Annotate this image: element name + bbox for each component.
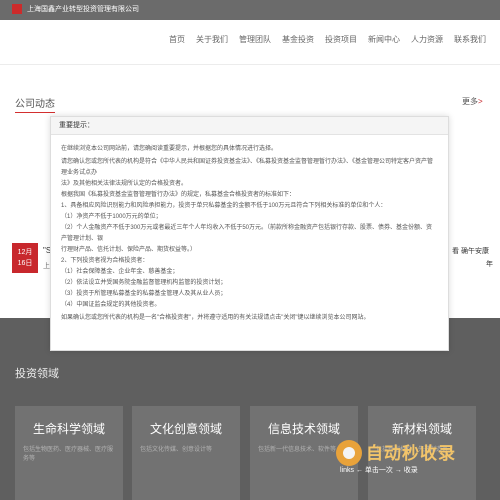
nav-item-contact[interactable]: 联系我们 — [454, 34, 486, 46]
date-day: 16日 — [17, 260, 33, 267]
more-link[interactable]: 更多> — [462, 96, 483, 107]
nav-item-news[interactable]: 新闻中心 — [368, 34, 400, 46]
nav-item-home[interactable]: 首页 — [169, 34, 185, 46]
dialog-line: （2）个人金融资产不低于300万元或者最近三年个人年均收入不低于50万元。（前款… — [61, 225, 433, 242]
dialog-line: （1）社会保障基金、企业年金、慈善基金； — [61, 269, 179, 275]
field-title: 信息技术领域 — [267, 422, 340, 436]
dialog-line: （1）净资产不低于1000万元的单位； — [61, 214, 162, 220]
dialog-line: 在继续浏览本公司网站前，请您确阅读重要提示，并根据您的具体情况进行选择。 — [61, 146, 278, 152]
news-item-title-right[interactable]: 看 确午安康 — [452, 246, 489, 256]
top-bar: 上海国鑫产业转型投资管理有限公司 — [0, 0, 500, 20]
watermark-logo-icon — [336, 440, 362, 466]
watermark-subtitle: links ← 单击一次 → 收录 — [340, 467, 418, 474]
important-notice-dialog: 重要提示： 在继续浏览本公司网站前，请您确阅读重要提示，并根据您的具体情况进行选… — [50, 116, 449, 351]
dialog-line: 根据我国《私募投资基金监督管理暂行办法》的规定，私募基金合格投资者的标准如下： — [61, 192, 296, 198]
date-badge: 12月 16日 — [12, 243, 38, 273]
company-logo-icon — [12, 4, 22, 14]
date-month: 12月 — [17, 249, 33, 256]
field-title: 生命科学领域 — [32, 422, 105, 436]
dialog-line: 2、下列投资者视为合格投资者： — [61, 258, 149, 264]
nav-item-hr[interactable]: 人力资源 — [411, 34, 443, 46]
investment-heading: 投资领域 — [15, 368, 59, 380]
more-label: 更多 — [462, 97, 478, 106]
header-divider — [0, 64, 500, 65]
dialog-line: 请您确认您或您所代表的机构是符合《中华人民共和国证券投资基金法》、《私募投资基金… — [61, 159, 434, 176]
field-title: 新材料领域 — [391, 422, 452, 436]
field-desc: 包括生物医药、医疗器械、医疗服务等 — [23, 447, 114, 462]
dialog-line: 1、具备相应风险识别能力和风险承担能力，投资于单只私募基金的金额不低于100万元… — [61, 203, 387, 209]
field-title: 文化创意领域 — [149, 422, 222, 436]
field-card-culture[interactable]: 文化创意领域 包括文化传媒、创意设计等 — [132, 406, 240, 500]
dialog-line: （2）依法设立并受国务院金融监督管理机构监管的投资计划； — [61, 280, 227, 286]
nav-item-fund[interactable]: 基金投资 — [282, 34, 314, 46]
dialog-line: 行理财产品、信托计划、保险产品、期货权益等。） — [61, 247, 197, 253]
news-item-summary: 上 — [43, 263, 50, 270]
company-name: 上海国鑫产业转型投资管理有限公司 — [27, 6, 139, 13]
nav-item-team[interactable]: 管理团队 — [239, 34, 271, 46]
dialog-line: 法》及其他相关法律法规所认定的合格投资者。 — [61, 181, 188, 187]
news-item-summary-right: 年 — [486, 261, 493, 268]
watermark: 自动秒收录 links ← 单击一次 → 收录 — [336, 439, 486, 477]
field-card-life-science[interactable]: 生命科学领域 包括生物医药、医疗器械、医疗服务等 — [15, 406, 123, 500]
watermark-title: 自动秒收录 — [366, 444, 456, 463]
dialog-title: 重要提示： — [51, 117, 448, 135]
field-desc: 包括文化传媒、创意设计等 — [140, 447, 213, 453]
dialog-line: （3）投资于所管理私募基金的私募基金管理人及其从业人员； — [61, 291, 227, 297]
dialog-line: 如果确认您或您所代表的机构是一名"合格投资者"，并将遵守适用的有关法规请点击"关… — [61, 315, 370, 321]
nav-item-projects[interactable]: 投资项目 — [325, 34, 357, 46]
more-arrow-icon: > — [478, 97, 483, 106]
nav-item-about[interactable]: 关于我们 — [196, 34, 228, 46]
news-heading-underline — [15, 112, 55, 113]
dialog-line: （4）中国证监会规定的其他投资者。 — [61, 302, 161, 308]
news-heading: 公司动态 — [15, 99, 55, 110]
main-nav: 首页 关于我们 管理团队 基金投资 投资项目 新闻中心 人力资源 联系我们 — [169, 34, 486, 46]
dialog-body: 在继续浏览本公司网站前，请您确阅读重要提示，并根据您的具体情况进行选择。 请您确… — [51, 135, 448, 324]
